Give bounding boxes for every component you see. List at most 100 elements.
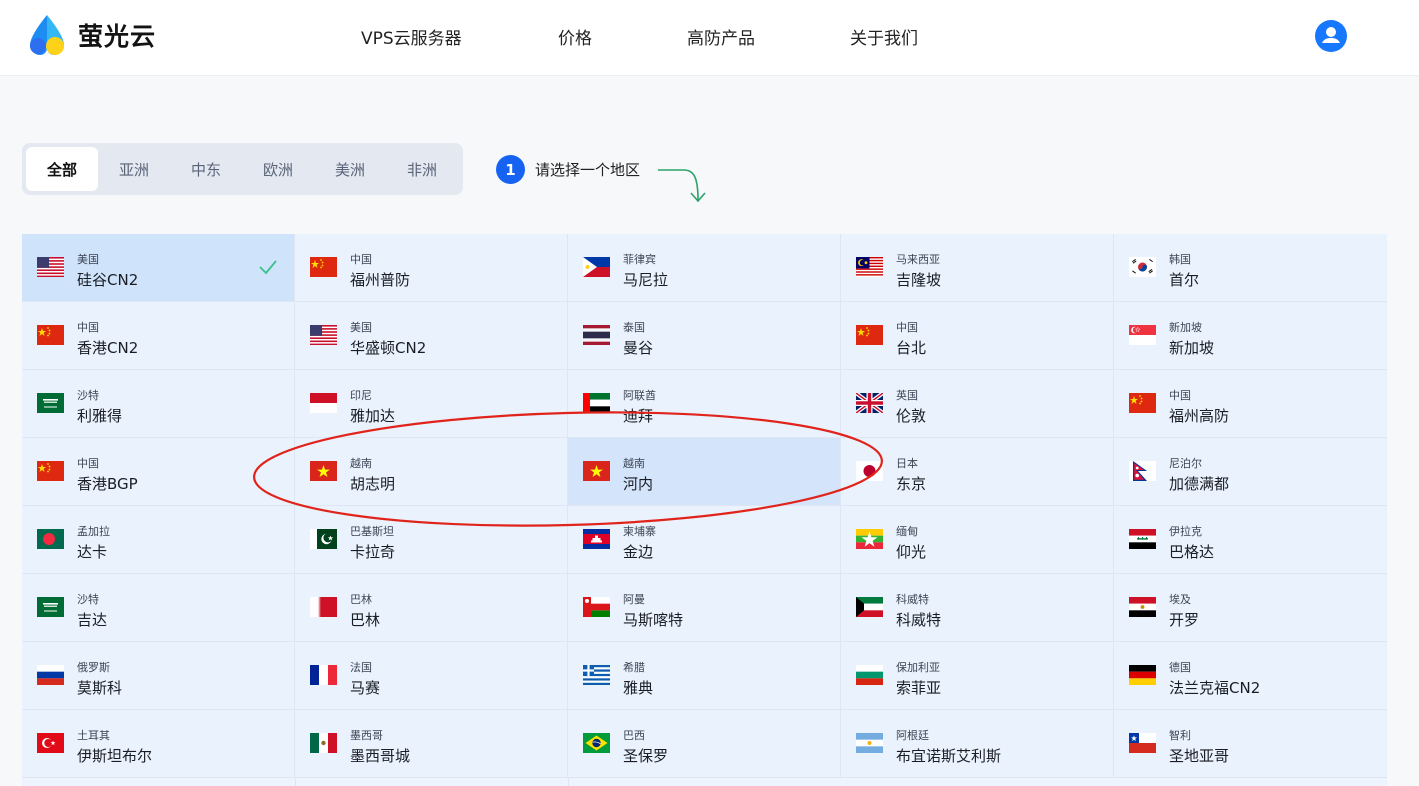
region-city: 巴格达 bbox=[1169, 543, 1215, 561]
region-card[interactable]: 沙特 吉达 bbox=[22, 574, 295, 642]
region-country: 缅甸 bbox=[896, 525, 918, 538]
fr-flag-icon bbox=[310, 665, 337, 685]
tab-americas[interactable]: 美洲 bbox=[314, 147, 386, 191]
checkmark-icon bbox=[258, 259, 278, 279]
gb-flag-icon bbox=[856, 393, 883, 413]
region-card[interactable]: 美国 华盛顿CN2 bbox=[295, 302, 568, 370]
region-country: 科威特 bbox=[896, 593, 929, 606]
region-country: 德国 bbox=[1169, 661, 1191, 674]
sa-flag-icon bbox=[37, 393, 64, 413]
region-country: 保加利亚 bbox=[896, 661, 940, 674]
region-city: 莫斯科 bbox=[77, 679, 123, 697]
region-card[interactable]: 巴林 巴林 bbox=[295, 574, 568, 642]
region-card[interactable]: 日本 东京 bbox=[841, 438, 1114, 506]
nav-ddos[interactable]: 高防产品 bbox=[687, 24, 755, 49]
region-country: 埃及 bbox=[1169, 593, 1191, 606]
region-country: 美国 bbox=[350, 321, 372, 334]
region-city: 墨西哥城 bbox=[350, 747, 411, 765]
region-city: 曼谷 bbox=[623, 339, 654, 357]
kh-flag-icon bbox=[583, 529, 610, 549]
om-flag-icon bbox=[583, 597, 610, 617]
region-card[interactable]: 泰国 曼谷 bbox=[568, 302, 841, 370]
region-card[interactable]: 印尼 雅加达 bbox=[295, 370, 568, 438]
region-city: 法兰克福CN2 bbox=[1169, 679, 1261, 697]
region-card[interactable]: 埃及 开罗 bbox=[1114, 574, 1387, 642]
region-card[interactable]: 新加坡 新加坡 bbox=[1114, 302, 1387, 370]
region-city: 圣地亚哥 bbox=[1169, 747, 1230, 765]
top-header: 萤光云 VPS云服务器 价格 高防产品 关于我们 bbox=[0, 0, 1419, 76]
region-card[interactable]: 科威特 科威特 bbox=[841, 574, 1114, 642]
cl-flag-icon bbox=[1129, 733, 1156, 753]
region-country: 美国 bbox=[77, 253, 99, 266]
region-card[interactable]: 墨西哥 墨西哥城 bbox=[295, 710, 568, 778]
region-country: 土耳其 bbox=[77, 729, 110, 742]
pk-flag-icon bbox=[310, 529, 337, 549]
region-country: 越南 bbox=[623, 457, 645, 470]
tab-europe[interactable]: 欧洲 bbox=[242, 147, 314, 191]
vn-flag-icon bbox=[310, 461, 337, 481]
region-card[interactable]: 中国 福州高防 bbox=[1114, 370, 1387, 438]
region-card[interactable]: 马来西亚 吉隆坡 bbox=[841, 234, 1114, 302]
eg-flag-icon bbox=[1129, 597, 1156, 617]
region-card[interactable]: 保加利亚 索菲亚 bbox=[841, 642, 1114, 710]
region-card[interactable]: 美国硅谷CN2 bbox=[22, 234, 295, 302]
tab-all[interactable]: 全部 bbox=[26, 147, 98, 191]
tab-middle-east[interactable]: 中东 bbox=[170, 147, 242, 191]
region-card[interactable]: 法国 马赛 bbox=[295, 642, 568, 710]
region-city: 加德满都 bbox=[1169, 475, 1230, 493]
tr-flag-icon bbox=[37, 733, 64, 753]
region-card[interactable]: 中国 香港CN2 bbox=[22, 302, 295, 370]
region-card[interactable]: 孟加拉 达卡 bbox=[22, 506, 295, 574]
region-city: 河内 bbox=[623, 475, 654, 493]
region-card[interactable]: 英国 伦敦 bbox=[841, 370, 1114, 438]
region-city: 雅加达 bbox=[350, 407, 396, 425]
region-card[interactable]: 韩国 首尔 bbox=[1114, 234, 1387, 302]
region-card[interactable]: 巴基斯坦 卡拉奇 bbox=[295, 506, 568, 574]
region-card[interactable]: 菲律宾 马尼拉 bbox=[568, 234, 841, 302]
region-city: 布宜诺斯艾利斯 bbox=[896, 747, 1002, 765]
region-city: 马尼拉 bbox=[623, 271, 669, 289]
region-city: 吉隆坡 bbox=[896, 271, 942, 289]
region-city: 香港BGP bbox=[77, 475, 138, 493]
region-card[interactable]: 德国法兰克福CN2 bbox=[1114, 642, 1387, 710]
region-country: 孟加拉 bbox=[77, 525, 110, 538]
region-country: 中国 bbox=[350, 253, 372, 266]
region-city: 硅谷CN2 bbox=[77, 271, 139, 289]
region-card[interactable]: 沙特 利雅得 bbox=[22, 370, 295, 438]
region-card[interactable]: 土耳其 伊斯坦布尔 bbox=[22, 710, 295, 778]
region-country: 沙特 bbox=[77, 389, 99, 402]
region-card[interactable]: 尼泊尔 加德满都 bbox=[1114, 438, 1387, 506]
region-country: 中国 bbox=[77, 321, 99, 334]
region-country: 巴西 bbox=[623, 729, 645, 742]
nav-pricing[interactable]: 价格 bbox=[558, 24, 592, 49]
nav-about[interactable]: 关于我们 bbox=[850, 24, 918, 49]
ar-flag-icon bbox=[856, 733, 883, 753]
region-card[interactable]: 阿根廷 布宜诺斯艾利斯 bbox=[841, 710, 1114, 778]
region-country: 沙特 bbox=[77, 593, 99, 606]
region-card[interactable]: 伊拉克 巴格达 bbox=[1114, 506, 1387, 574]
region-card[interactable]: 中国 福州普防 bbox=[295, 234, 568, 302]
region-card[interactable]: 希腊 雅典 bbox=[568, 642, 841, 710]
user-avatar-icon[interactable] bbox=[1315, 20, 1347, 52]
region-card[interactable]: 柬埔寨 金边 bbox=[568, 506, 841, 574]
region-card[interactable]: 阿联酋 迪拜 bbox=[568, 370, 841, 438]
region-card[interactable]: 中国 台北 bbox=[841, 302, 1114, 370]
region-card[interactable]: 越南 河内 bbox=[568, 438, 841, 506]
vn-flag-icon bbox=[583, 461, 610, 481]
region-card[interactable]: 巴西 圣保罗 bbox=[568, 710, 841, 778]
region-card[interactable]: 俄罗斯 莫斯科 bbox=[22, 642, 295, 710]
region-card[interactable]: 阿曼 马斯喀特 bbox=[568, 574, 841, 642]
region-country: 阿联酋 bbox=[623, 389, 656, 402]
region-card[interactable]: 越南 胡志明 bbox=[295, 438, 568, 506]
region-card[interactable]: 缅甸 仰光 bbox=[841, 506, 1114, 574]
iq-flag-icon bbox=[1129, 529, 1156, 549]
nav-vps[interactable]: VPS云服务器 bbox=[361, 24, 462, 49]
tab-asia[interactable]: 亚洲 bbox=[98, 147, 170, 191]
region-city: 开罗 bbox=[1169, 611, 1200, 629]
region-city: 伊斯坦布尔 bbox=[77, 747, 153, 765]
region-card[interactable]: 中国 香港BGP bbox=[22, 438, 295, 506]
region-country: 巴基斯坦 bbox=[350, 525, 394, 538]
region-card[interactable]: 智利 圣地亚哥 bbox=[1114, 710, 1387, 778]
brand-logo[interactable]: 萤光云 bbox=[24, 12, 156, 58]
tab-africa[interactable]: 非洲 bbox=[386, 147, 458, 191]
